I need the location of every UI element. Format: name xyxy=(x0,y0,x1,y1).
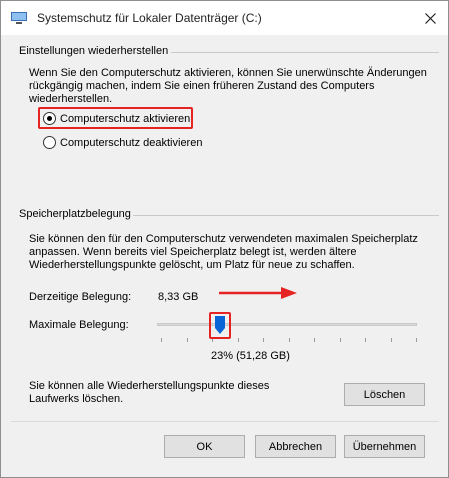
max-usage-label: Maximale Belegung: xyxy=(29,319,129,331)
radio-disable-label: Computerschutz deaktivieren xyxy=(60,136,203,149)
divider xyxy=(133,215,439,216)
slider-tick xyxy=(416,338,417,342)
window-title: Systemschutz für Lokaler Datenträger (C:… xyxy=(37,11,262,25)
restore-settings-header: Einstellungen wiederherstellen xyxy=(19,45,169,57)
cancel-button[interactable]: Abbrechen xyxy=(255,435,336,458)
radio-enable-label: Computerschutz aktivieren xyxy=(60,112,191,125)
slider-tick xyxy=(238,338,239,342)
restore-description-line2: rückgängig machen, indem Sie einen frühe… xyxy=(29,80,375,92)
slider-ticks xyxy=(161,338,417,342)
apply-button[interactable]: Übernehmen xyxy=(344,435,425,458)
slider-tick xyxy=(391,338,392,342)
footer-divider xyxy=(11,421,439,422)
delete-text-line2: Laufwerks löschen. xyxy=(29,393,124,405)
current-usage-label: Derzeitige Belegung: xyxy=(29,291,132,303)
title-bar: Systemschutz für Lokaler Datenträger (C:… xyxy=(1,1,448,35)
usage-description-line3: Wiederherstellungspunkte gelöscht, um Pl… xyxy=(29,259,355,271)
delete-text-line1: Sie können alle Wiederherstellungspunkte… xyxy=(29,380,270,392)
radio-button-checked[interactable] xyxy=(43,112,56,125)
disk-usage-header: Speicherplatzbelegung xyxy=(19,208,131,220)
slider-tick xyxy=(161,338,162,342)
restore-description-line3: wiederherstellen. xyxy=(29,93,113,105)
usage-description-line1: Sie können den für den Computerschutz ve… xyxy=(29,233,418,245)
slider-tick xyxy=(289,338,290,342)
slider-tick xyxy=(263,338,264,342)
computer-icon xyxy=(11,12,27,24)
max-usage-slider-track[interactable] xyxy=(157,323,417,326)
ok-button[interactable]: OK xyxy=(164,435,245,458)
slider-thumb[interactable] xyxy=(215,316,225,334)
system-protection-dialog: Systemschutz für Lokaler Datenträger (C:… xyxy=(0,0,449,478)
max-usage-value: 23% (51,28 GB) xyxy=(211,350,290,362)
red-arrow-icon xyxy=(219,287,297,299)
slider-tick xyxy=(187,338,188,342)
current-usage-value: 8,33 GB xyxy=(158,291,199,303)
radio-enable-protection[interactable]: Computerschutz aktivieren xyxy=(43,112,190,125)
radio-disable-protection[interactable]: Computerschutz deaktivieren xyxy=(43,136,202,149)
divider xyxy=(171,52,439,53)
slider-tick xyxy=(365,338,366,342)
radio-button-unchecked[interactable] xyxy=(43,136,56,149)
slider-tick xyxy=(314,338,315,342)
slider-tick xyxy=(340,338,341,342)
close-button[interactable] xyxy=(418,7,442,29)
restore-description-line1: Wenn Sie den Computerschutz aktivieren, … xyxy=(29,67,427,79)
close-icon xyxy=(424,12,436,24)
usage-description-line2: anpassen. Wenn bereits viel Speicherplat… xyxy=(29,246,357,258)
delete-button[interactable]: Löschen xyxy=(344,383,425,406)
